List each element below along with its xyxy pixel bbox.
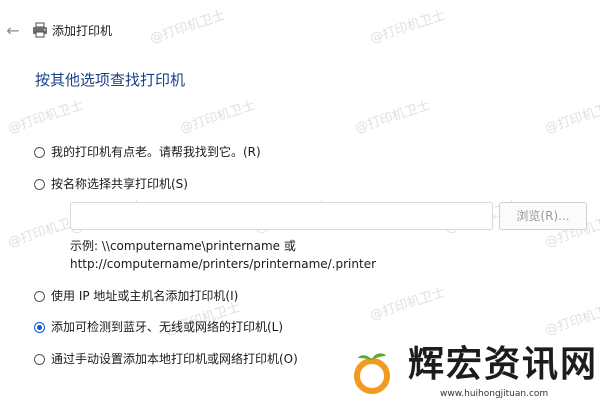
watermark-text: @打印机卫士	[543, 98, 600, 137]
radio-button[interactable]	[34, 178, 45, 190]
watermark-text: @打印机卫士	[368, 285, 448, 324]
option-label: 使用 IP 地址或主机名添加打印机(I)	[51, 289, 239, 303]
example-text-line2: http://computername/printers/printername…	[70, 257, 377, 271]
page-title: 按其他选项查找打印机	[35, 71, 186, 89]
option-shared-printer-by-name[interactable]: 按名称选择共享打印机(S)	[34, 175, 188, 193]
example-text-line1: 示例: \\computername\printername 或	[70, 239, 296, 253]
option-label: 我的打印机有点老。请帮我找到它。(R)	[51, 145, 261, 159]
site-logo-text: 辉宏资讯网	[408, 343, 599, 385]
watermark-text: @打印机卫士	[148, 8, 228, 47]
watermark-text: @打印机卫士	[6, 98, 86, 137]
shared-printer-name-input[interactable]	[70, 202, 493, 230]
option-label: 按名称选择共享打印机(S)	[51, 177, 188, 191]
watermark-text: @打印机卫士	[368, 8, 448, 47]
option-manual-local-network[interactable]: 通过手动设置添加本地打印机或网络打印机(O)	[34, 350, 298, 368]
watermark-text: @打印机卫士	[178, 98, 258, 137]
radio-button-selected[interactable]	[34, 321, 45, 333]
printer-icon	[33, 22, 47, 38]
option-printer-older[interactable]: 我的打印机有点老。请帮我找到它。(R)	[34, 143, 261, 161]
arrow-left-icon[interactable]: ←	[4, 22, 22, 40]
window-title: 添加打印机	[52, 24, 113, 38]
watermark-text: @打印机卫士	[353, 98, 433, 137]
radio-button[interactable]	[34, 353, 45, 365]
site-logo-url: www.huihongjituan.com	[440, 389, 549, 399]
radio-button[interactable]	[34, 290, 45, 302]
browse-button[interactable]: 浏览(R)...	[499, 202, 587, 230]
radio-button[interactable]	[34, 146, 45, 158]
option-label: 添加可检测到蓝牙、无线或网络的打印机(L)	[51, 320, 284, 334]
option-label: 通过手动设置添加本地打印机或网络打印机(O)	[51, 352, 298, 366]
site-logo-icon	[354, 353, 390, 394]
watermark-text: @打印机卫士	[543, 300, 600, 339]
option-ip-address[interactable]: 使用 IP 地址或主机名添加打印机(I)	[34, 287, 238, 305]
option-bluetooth-wireless-network[interactable]: 添加可检测到蓝牙、无线或网络的打印机(L)	[34, 318, 283, 336]
